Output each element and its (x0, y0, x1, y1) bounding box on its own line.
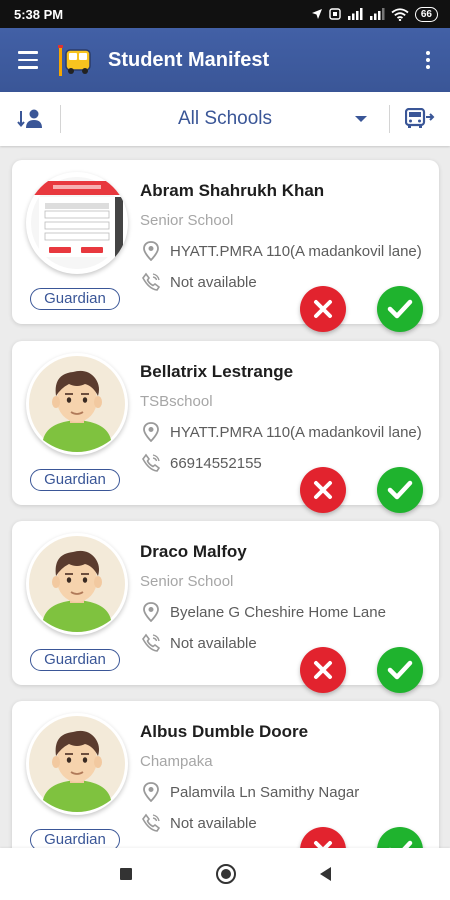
phone-icon (140, 813, 162, 833)
student-phone: Not available (170, 634, 257, 652)
location-pin-icon (140, 241, 162, 261)
signal-icon-2 (369, 8, 385, 20)
close-icon (314, 841, 332, 848)
student-school: Champaka (140, 753, 213, 770)
person-sort-button[interactable] (0, 92, 60, 146)
reject-button[interactable] (300, 467, 346, 513)
check-icon (387, 660, 413, 680)
battery-indicator: 66 (414, 6, 438, 22)
check-icon (387, 480, 413, 500)
school-dropdown[interactable]: All Schools (61, 92, 389, 146)
location-pin-icon (140, 782, 162, 802)
student-phone: 66914552155 (170, 454, 262, 472)
wifi-icon (391, 7, 409, 21)
student-card[interactable]: Guardian Abram Shahrukh Khan Senior Scho… (12, 160, 439, 332)
boy-avatar-icon (29, 716, 125, 812)
reject-button[interactable] (300, 647, 346, 693)
chevron-down-icon (355, 116, 367, 122)
student-phone: Not available (170, 814, 257, 832)
status-bar: 5:38 PM 66 (0, 0, 450, 28)
student-address: Palamvila Ln Samithy Nagar (170, 783, 360, 801)
address-row: HYATT.PMRA 110(A madankovil lane) (140, 422, 430, 442)
student-phone: Not available (170, 273, 257, 291)
close-icon (314, 300, 332, 318)
check-icon (388, 840, 413, 848)
bus-arrow-icon (405, 108, 435, 128)
home-icon[interactable] (215, 864, 236, 884)
recents-icon[interactable] (119, 868, 132, 880)
school-dropdown-value: All Schools (178, 108, 272, 129)
student-school: TSBschool (140, 393, 213, 410)
screenshot-thumbnail-avatar (31, 177, 123, 269)
student-card[interactable]: Guardian Albus Dumble Doore Champaka Pal… (12, 701, 439, 848)
phone-icon (140, 633, 162, 653)
page-title: Student Manifest (108, 48, 270, 71)
avatar (26, 533, 128, 635)
student-school: Senior School (140, 212, 234, 229)
status-time: 5:38 PM (14, 6, 64, 22)
guardian-badge[interactable]: Guardian (30, 469, 120, 491)
location-pin-icon (140, 422, 162, 442)
student-name: Bellatrix Lestrange (140, 362, 294, 381)
close-icon (314, 481, 332, 499)
phone-icon (140, 272, 162, 292)
reject-button[interactable] (300, 286, 346, 332)
accept-button[interactable] (377, 286, 423, 332)
student-list[interactable]: Guardian Abram Shahrukh Khan Senior Scho… (0, 146, 450, 848)
filter-bar: All Schools (0, 92, 450, 146)
app-bar: Student Manifest (0, 28, 450, 92)
notification-icon (329, 8, 341, 20)
student-name: Albus Dumble Doore (140, 722, 309, 741)
student-card[interactable]: Guardian Bellatrix Lestrange TSBschool H… (12, 341, 439, 513)
boy-avatar-icon (29, 356, 125, 452)
accept-button[interactable] (377, 647, 423, 693)
address-row: Palamvila Ln Samithy Nagar (140, 782, 430, 802)
check-icon (387, 299, 413, 319)
student-address: HYATT.PMRA 110(A madankovil lane) (170, 423, 422, 441)
avatar (26, 713, 128, 815)
back-icon[interactable] (319, 867, 331, 881)
bus-logo-icon (58, 45, 91, 76)
more-vert-icon[interactable] (406, 28, 450, 92)
avatar (26, 172, 128, 274)
location-arrow-icon (311, 9, 322, 19)
guardian-badge[interactable]: Guardian (30, 649, 120, 671)
signal-icon (347, 8, 363, 20)
guardian-badge[interactable]: Guardian (30, 829, 120, 848)
person-sort-icon (17, 109, 42, 128)
phone-icon (140, 453, 162, 473)
accept-button[interactable] (377, 467, 423, 513)
student-card[interactable]: Guardian Draco Malfoy Senior School Byel… (12, 521, 439, 693)
status-icons: 66 (311, 6, 438, 22)
student-address: Byelane G Cheshire Home Lane (170, 603, 386, 621)
student-school: Senior School (140, 573, 234, 590)
student-address: HYATT.PMRA 110(A madankovil lane) (170, 242, 422, 260)
bus-arrow-button[interactable] (390, 92, 450, 146)
close-icon (314, 661, 332, 679)
address-row: HYATT.PMRA 110(A madankovil lane) (140, 241, 430, 261)
address-row: Byelane G Cheshire Home Lane (140, 602, 430, 622)
location-pin-icon (140, 602, 162, 622)
student-name: Draco Malfoy (140, 542, 247, 561)
student-name: Abram Shahrukh Khan (140, 181, 325, 200)
guardian-badge[interactable]: Guardian (30, 288, 120, 310)
boy-avatar-icon (29, 536, 125, 632)
avatar (26, 353, 128, 455)
system-nav-bar (0, 848, 450, 900)
menu-icon[interactable] (0, 28, 56, 92)
